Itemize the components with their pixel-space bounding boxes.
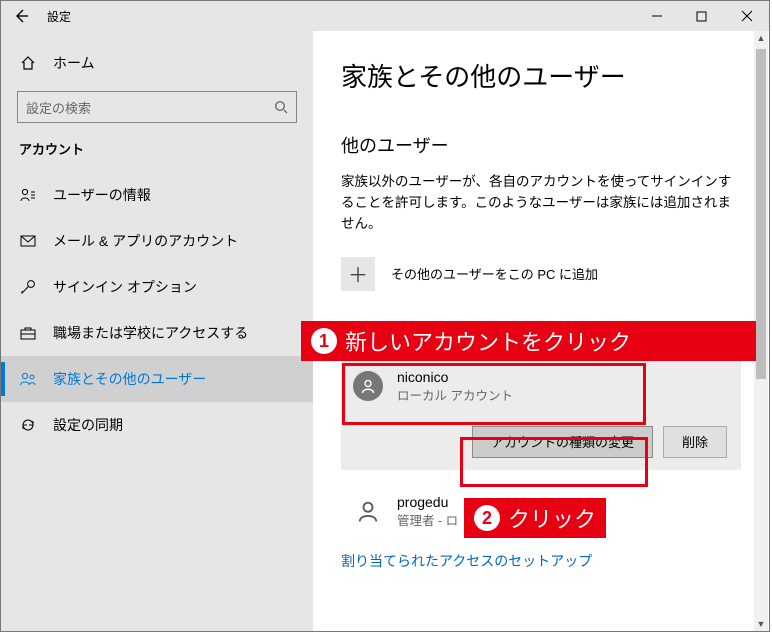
search-input[interactable]: 設定の検索 [17,91,297,123]
search-icon [274,100,288,114]
sidebar-item-label: ユーザーの情報 [53,185,151,205]
annotation-2: 2 クリック [464,498,606,538]
mail-icon [19,235,37,247]
avatar-icon [353,496,383,526]
user-type: ローカル アカウント [397,385,513,404]
sidebar: ホーム 設定の検索 アカウント ユーザーの情報 メール & アプリのアカウ [1,31,313,631]
sidebar-item-label: 設定の同期 [53,415,123,435]
back-button[interactable] [1,8,41,24]
maximize-button[interactable] [679,1,724,31]
arrow-left-icon [13,8,29,24]
plus-icon: ＋ [341,257,375,291]
sidebar-item-sync[interactable]: 設定の同期 [1,402,313,448]
user-name: progedu [397,494,458,510]
sidebar-item-label: サインイン オプション [53,277,197,297]
sidebar-item-label: 職場または学校にアクセスする [53,323,248,343]
people-icon [19,372,37,386]
briefcase-icon [19,326,37,340]
sidebar-item-label: メール & アプリのアカウント [53,231,238,251]
scroll-down-icon: ▼ [754,617,768,631]
home-icon [19,55,37,71]
scrollbar-thumb[interactable] [756,49,766,379]
annotation-1-number: 1 [311,328,337,354]
user-card-niconico[interactable]: niconico ローカル アカウント [341,359,741,414]
change-account-type-button[interactable]: アカウントの種類の変更 [472,426,653,458]
page-title: 家族とその他のユーザー [341,57,741,94]
annotation-1: 1 新しいアカウントをクリック [301,321,756,361]
window-title: 設定 [41,8,71,25]
avatar-icon [353,371,383,401]
maximize-icon [696,11,707,22]
sidebar-item-email-apps[interactable]: メール & アプリのアカウント [1,218,313,264]
section-description: 家族以外のユーザーが、各自のアカウントを使ってサインインすることを許可します。こ… [341,172,741,235]
titlebar: 設定 [1,1,769,31]
minimize-icon [651,10,663,22]
sidebar-home[interactable]: ホーム [1,41,313,85]
minimize-button[interactable] [634,1,679,31]
key-icon [19,279,37,295]
user-name: niconico [397,369,513,385]
sidebar-item-user-info[interactable]: ユーザーの情報 [1,172,313,218]
scroll-up-icon: ▲ [754,31,768,45]
sidebar-item-label: 家族とその他のユーザー [53,369,206,389]
scrollbar[interactable]: ▲ ▼ [754,31,768,631]
sidebar-item-signin-options[interactable]: サインイン オプション [1,264,313,310]
sync-icon [19,417,37,433]
section-title-other-users: 他のユーザー [341,132,741,158]
add-other-user-label: その他のユーザーをこの PC に追加 [391,264,598,283]
delete-button[interactable]: 削除 [663,426,727,458]
assigned-access-link[interactable]: 割り当てられたアクセスのセットアップ [341,551,741,571]
close-icon [741,10,753,22]
sidebar-item-family-other[interactable]: 家族とその他のユーザー [1,356,313,402]
sidebar-section-title: アカウント [1,135,313,172]
close-button[interactable] [724,1,769,31]
person-icon [19,188,37,202]
search-placeholder: 設定の検索 [26,98,91,117]
user-actions: アカウントの種類の変更 削除 [341,414,741,470]
annotation-2-number: 2 [474,505,500,531]
user-type: 管理者 - ロ [397,510,458,529]
sidebar-item-work-school[interactable]: 職場または学校にアクセスする [1,310,313,356]
sidebar-home-label: ホーム [53,53,95,73]
add-other-user[interactable]: ＋ その他のユーザーをこの PC に追加 [341,257,741,291]
